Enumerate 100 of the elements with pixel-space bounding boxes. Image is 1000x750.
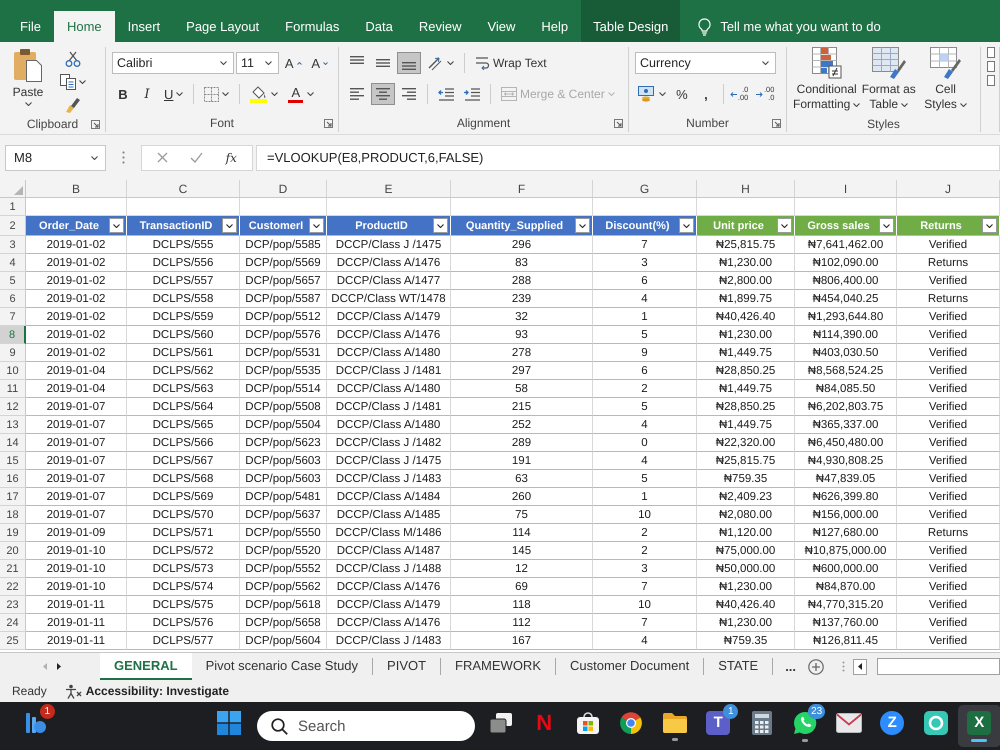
column-letter[interactable]: I [795,180,897,198]
row-number[interactable]: 4 [0,254,26,272]
column-letter[interactable]: G [593,180,697,198]
cancel-button[interactable] [157,152,168,163]
filter-button[interactable] [222,218,237,233]
ribbon-tab[interactable]: Review [406,11,474,42]
underline-button[interactable]: U [160,83,188,105]
row-number[interactable]: 6 [0,290,26,308]
row-number[interactable]: 14 [0,434,26,452]
ribbon-tab[interactable]: Page Layout [173,11,272,42]
row-number[interactable]: 25 [0,632,26,650]
name-box[interactable]: M8 [5,144,106,170]
ribbon-tab[interactable]: Home [54,11,115,42]
ribbon-tab[interactable]: Data [352,11,406,42]
filter-button[interactable] [679,218,694,233]
sheet-tab[interactable]: PIVOT [373,653,440,680]
tell-me-search[interactable]: Tell me what you want to do [692,11,887,42]
row-number[interactable]: 3 [0,236,26,254]
more-sheets-button[interactable]: ... [773,653,808,680]
accessibility-button[interactable]: Accessibility: Investigate [64,684,230,698]
row-number[interactable]: 8 [0,326,26,344]
row-number[interactable]: 10 [0,362,26,380]
filter-button[interactable] [777,218,792,233]
column-letter[interactable]: C [127,180,240,198]
filter-button[interactable] [879,218,894,233]
filter-button[interactable] [575,218,590,233]
filter-button[interactable] [309,218,324,233]
align-center-button[interactable] [371,83,395,105]
conditional-styles-button[interactable]: Conditional Formatting [793,47,860,115]
filter-button[interactable] [982,218,997,233]
table-styles-button[interactable]: Format as Table [860,47,918,115]
column-letter[interactable]: D [240,180,327,198]
column-letter[interactable]: J [897,180,1000,198]
taskbar-button[interactable]: T 1 [696,705,740,747]
sheet-tab[interactable]: Pivot scenario Case Study [192,653,372,680]
row-number[interactable]: 22 [0,578,26,596]
table-cell: DCCP/Class A/1479 [327,596,451,614]
row-number[interactable]: 18 [0,506,26,524]
wrap-text-button[interactable]: Wrap Text [471,52,551,74]
dialog-launcher-button[interactable] [91,120,100,128]
ribbon-tab[interactable]: Insert [114,11,174,42]
table-cell: DCCP/Class A/1476 [327,326,451,344]
ribbon-tab[interactable]: View [474,11,528,42]
filter-button[interactable] [433,218,448,233]
paste-button[interactable]: Paste [6,48,50,114]
row-number[interactable]: 13 [0,416,26,434]
row-number[interactable]: 2 [0,216,26,236]
sheet-tab[interactable]: FRAMEWORK [441,653,555,680]
row-number[interactable]: 17 [0,488,26,506]
row-number[interactable]: 7 [0,308,26,326]
bold-button[interactable]: B [112,83,134,105]
scroll-left-button[interactable] [853,658,868,674]
row-number[interactable]: 9 [0,344,26,362]
column-letter[interactable]: B [26,180,127,198]
sheet-tab[interactable]: GENERAL [100,653,192,680]
percent-button[interactable]: % [670,83,693,105]
italic-button[interactable]: I [136,83,158,105]
row-number[interactable]: 16 [0,470,26,488]
taskbar-button[interactable]: 1 [14,705,58,747]
row-number[interactable]: 24 [0,614,26,632]
ribbon-tab[interactable]: Table Design [581,0,680,42]
row-number[interactable]: 11 [0,380,26,398]
sheet-tab[interactable]: Customer Document [556,653,704,680]
row-number[interactable]: 19 [0,524,26,542]
dialog-launcher-button[interactable] [772,118,781,128]
dialog-launcher-button[interactable] [614,118,623,128]
font-name-field[interactable]: Calibri [112,52,234,74]
shrink-font-button[interactable]: A [308,52,332,74]
cell-styles-button[interactable]: Cell Styles [917,47,974,115]
column-letter[interactable]: H [697,180,795,198]
formula-field[interactable]: =VLOOKUP(E8,PRODUCT,6,FALSE) [256,144,1000,170]
comma-style-button[interactable]: , [694,83,717,105]
group-label: Styles [867,116,900,130]
number-format-field[interactable]: Currency [635,52,776,74]
column-letter[interactable]: F [451,180,593,198]
grow-font-button[interactable]: A [281,52,306,74]
enter-button[interactable] [190,152,204,163]
row-number[interactable]: 5 [0,272,26,290]
taskbar-button[interactable]: X [958,705,1000,747]
row-number[interactable]: 15 [0,452,26,470]
sheet-tab[interactable]: STATE [704,653,772,680]
font-color-button[interactable]: A [284,83,318,105]
row-number[interactable]: 21 [0,560,26,578]
row-number[interactable]: 1 [0,198,26,216]
row-number[interactable]: 20 [0,542,26,560]
font-size-field[interactable]: 11 [236,52,279,74]
horizontal-scrollbar[interactable] [877,658,1000,675]
row-number[interactable]: 12 [0,398,26,416]
dialog-launcher-button[interactable] [324,118,333,128]
ribbon-tab[interactable]: File [7,11,54,42]
insert-function-button[interactable]: fx [226,150,237,164]
column-letter[interactable]: E [327,180,451,198]
search-field[interactable]: Search [257,711,475,741]
header-label: Order_Date [38,220,100,232]
ribbon-tab[interactable]: Help [528,11,582,42]
ribbon-tab[interactable]: Formulas [272,11,352,42]
filter-button[interactable] [109,218,124,233]
row-number[interactable]: 23 [0,596,26,614]
align-bottom-button[interactable] [397,52,421,74]
table-cell: ₦2,800.00 [697,272,795,290]
